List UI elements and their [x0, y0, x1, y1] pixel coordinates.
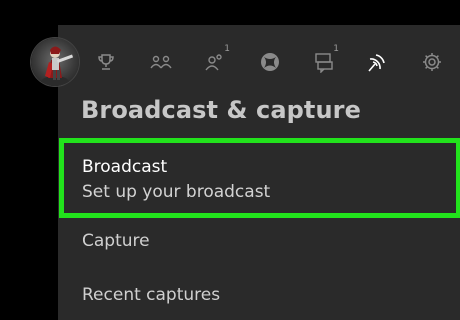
achievements-trophy-icon[interactable] — [90, 46, 122, 78]
xbox-home-icon[interactable] — [254, 46, 286, 78]
menu-item-sublabel: Set up your broadcast — [82, 182, 271, 202]
guide-tab-bar: 1 1 — [90, 44, 460, 80]
messages-icon[interactable]: 1 — [308, 44, 340, 78]
settings-gear-icon[interactable] — [416, 46, 448, 78]
menu-item-capture[interactable]: Capture — [82, 231, 150, 251]
gamer-avatar[interactable] — [31, 38, 79, 86]
guide-screen: 1 1 Broadcast & capture Broadcast Set up… — [0, 0, 460, 320]
messages-badge: 1 — [333, 44, 339, 54]
menu-item-broadcast[interactable]: Broadcast Set up your broadcast — [59, 138, 460, 218]
menu-item-label: Broadcast — [82, 157, 168, 177]
party-badge: 1 — [224, 44, 230, 54]
broadcast-icon[interactable] — [361, 46, 393, 78]
menu-item-recent-captures[interactable]: Recent captures — [82, 285, 220, 305]
party-icon[interactable]: 1 — [199, 44, 231, 78]
page-title: Broadcast & capture — [81, 96, 361, 124]
friends-icon[interactable] — [145, 46, 177, 78]
